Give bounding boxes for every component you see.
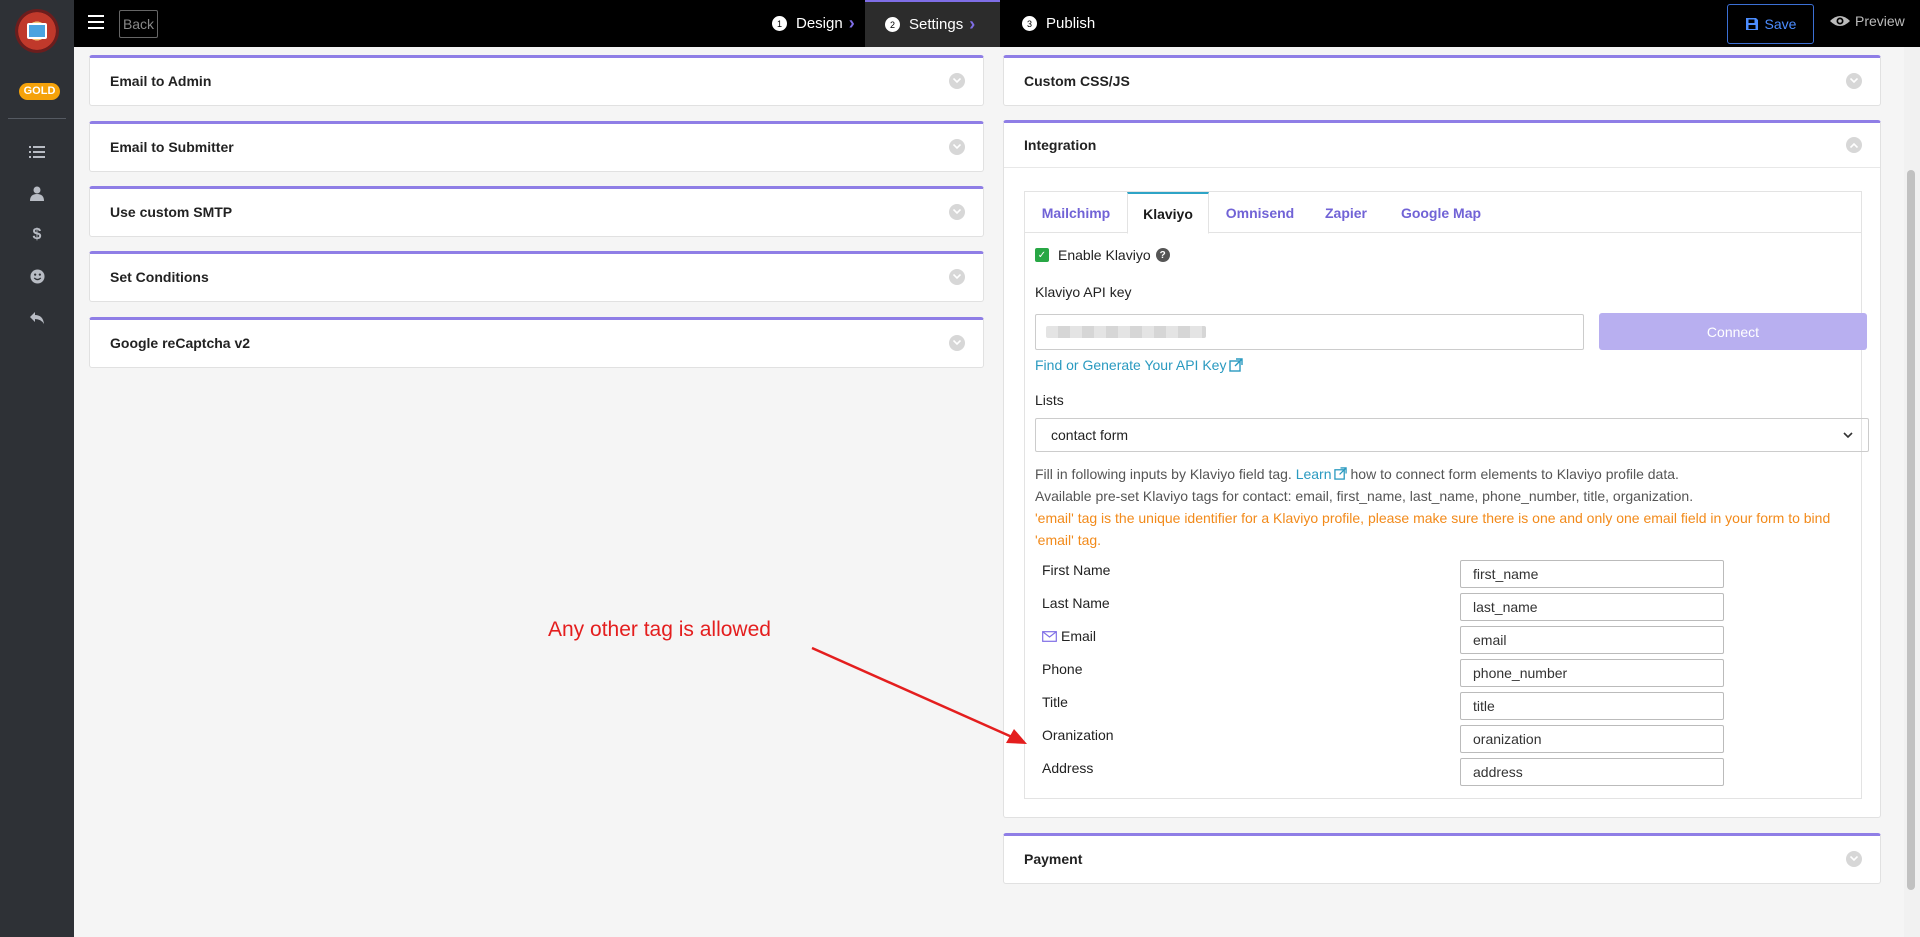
step-publish[interactable]: 3 Publish [1022,0,1122,47]
panel-set-conditions[interactable]: Set Conditions [89,251,984,302]
eye-icon [1830,16,1850,26]
checkmark-icon: ✓ [1035,248,1049,262]
panel-recaptcha[interactable]: Google reCaptcha v2 [89,317,984,368]
panel-title: Set Conditions [110,268,209,285]
chevron-right-icon: › [848,13,855,33]
step-settings[interactable]: 2 Settings › [865,0,1000,47]
field-tag-input[interactable]: address [1460,758,1724,786]
field-mapping-row: Phone phone_number [1042,659,1742,687]
external-link-icon [1229,358,1244,372]
chevron-down-icon[interactable] [949,268,965,285]
undo-icon[interactable] [27,308,47,328]
info-text: Fill in following inputs by Klaviyo fiel… [1035,463,1861,551]
field-tag-input[interactable]: phone_number [1460,659,1724,687]
field-mapping-row: Address address [1042,758,1742,786]
integration-body: Mailchimp Klaviyo Omnisend Zapier Google… [1024,191,1869,799]
envelope-icon [1042,630,1057,642]
field-mapping-row: First Name first_name [1042,560,1742,588]
chevron-down-icon[interactable] [949,203,965,220]
field-tag-input[interactable]: first_name [1460,560,1724,588]
panel-title: Payment [1024,850,1083,867]
app-logo[interactable] [15,9,59,53]
field-mapping-row: Email email [1042,626,1742,654]
panel-title: Google reCaptcha v2 [110,334,251,351]
floppy-disk-icon [1745,18,1758,30]
save-button[interactable]: Save [1727,4,1814,44]
preset-tags-text: Available pre-set Klaviyo tags for conta… [1035,488,1694,504]
dollar-icon[interactable]: $ [27,225,47,245]
lists-select[interactable]: contact form [1035,418,1869,452]
sidebar-divider [8,118,66,119]
external-link-icon [1333,467,1347,480]
lists-label: Lists [1035,392,1064,408]
field-mapping-row: Oranization oranization [1042,725,1742,753]
field-mapping-row: Last Name last_name [1042,593,1742,621]
api-key-label: Klaviyo API key [1035,284,1132,300]
panel-email-to-admin[interactable]: Email to Admin [89,55,984,106]
integration-header[interactable]: Integration [1004,123,1880,168]
top-bar: Back 1 Design › 2 Settings › 3 Publish S… [74,0,1920,47]
panel-title: Integration [1024,137,1097,153]
tab-zapier[interactable]: Zapier [1311,192,1381,233]
sidebar: GOLD $ [0,0,74,937]
hamburger-menu-icon[interactable] [88,15,104,29]
user-icon[interactable] [27,183,47,203]
plan-badge: GOLD [19,83,60,100]
scrollbar-thumb[interactable] [1907,170,1915,890]
panel-title: Email to Submitter [110,138,234,155]
list-icon[interactable] [27,142,47,162]
panel-integration: Integration Mailchimp Klaviyo Omnisend Z… [1003,120,1881,818]
panel-email-to-submitter[interactable]: Email to Submitter [89,121,984,172]
panel-custom-smtp[interactable]: Use custom SMTP [89,186,984,237]
tab-mailchimp[interactable]: Mailchimp [1025,192,1127,233]
panel-title: Custom CSS/JS [1024,72,1130,89]
panel-custom-css[interactable]: Custom CSS/JS [1003,55,1881,106]
step-label: Settings [909,16,964,33]
chevron-down-icon[interactable] [949,334,965,351]
smiley-icon[interactable] [27,266,47,286]
annotation-text: Any other tag is allowed [548,618,771,641]
integration-tabs: Mailchimp Klaviyo Omnisend Zapier Google… [1025,192,1861,234]
chevron-down-icon[interactable] [949,138,965,155]
chevron-right-icon: › [969,14,976,34]
find-api-key-link[interactable]: Find or Generate Your API Key [1035,357,1244,373]
chevron-down-icon[interactable] [949,72,965,89]
api-key-input[interactable] [1035,314,1584,350]
tab-klaviyo[interactable]: Klaviyo [1127,192,1209,234]
connect-button[interactable]: Connect [1599,313,1867,350]
field-tag-input[interactable]: oranization [1460,725,1724,753]
chevron-down-icon[interactable] [1846,850,1862,867]
field-tag-input[interactable]: last_name [1460,593,1724,621]
email-warning-text: 'email' tag is the unique identifier for… [1035,510,1831,548]
step-label: Publish [1046,15,1096,32]
panel-payment[interactable]: Payment [1003,833,1881,884]
panel-title: Email to Admin [110,72,212,89]
field-tag-input[interactable]: email [1460,626,1724,654]
preview-button[interactable]: Preview [1830,13,1905,29]
enable-klaviyo-checkbox[interactable]: ✓ Enable Klaviyo ? [1035,247,1170,263]
chevron-down-icon[interactable] [1846,72,1862,89]
back-button[interactable]: Back [119,10,158,38]
tab-omnisend[interactable]: Omnisend [1209,192,1311,233]
help-icon[interactable]: ? [1155,248,1170,262]
chevron-up-icon[interactable] [1846,137,1862,153]
panel-title: Use custom SMTP [110,203,233,220]
tab-google-map[interactable]: Google Map [1381,192,1501,233]
masked-api-key [1046,326,1206,338]
learn-link[interactable]: Learn [1296,466,1332,482]
field-tag-input[interactable]: title [1460,692,1724,720]
field-mapping-row: Title title [1042,692,1742,720]
step-label: Design [796,15,843,32]
chevron-down-icon [1843,432,1853,438]
